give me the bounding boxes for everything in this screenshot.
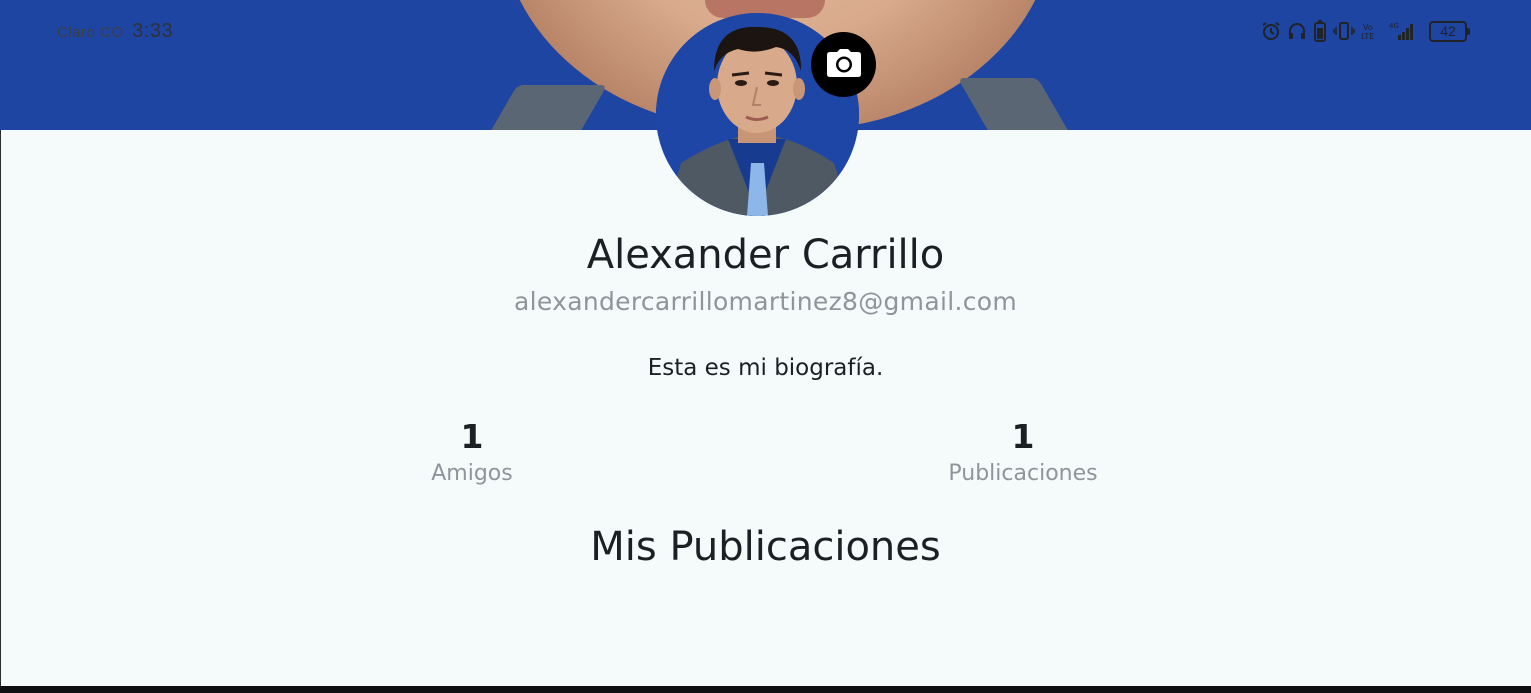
status-bar-right: Vo LTE 4G 42 [1261, 20, 1470, 42]
profile-bio: Esta es mi biografía. [647, 355, 884, 381]
friends-stat[interactable]: 1 Amigos [322, 417, 622, 486]
posts-label: Publicaciones [948, 461, 1098, 486]
carrier-name: Claro CO [57, 24, 124, 41]
friends-count: 1 [460, 417, 484, 456]
profile-email: alexandercarrillomartinez8@gmail.com [514, 287, 1017, 316]
signal-icon: 4G [1389, 21, 1417, 41]
posts-stat[interactable]: 1 Publicaciones [873, 417, 1173, 486]
camera-icon [826, 48, 861, 81]
my-posts-heading: Mis Publicaciones [590, 524, 941, 570]
posts-count: 1 [1011, 417, 1035, 456]
profile-name: Alexander Carrillo [586, 232, 945, 278]
battery-saver-icon [1313, 20, 1327, 42]
battery-icon: 42 [1429, 20, 1470, 42]
left-edge-line [0, 130, 1, 690]
alarm-icon [1261, 21, 1281, 41]
clock: 3:33 [132, 20, 174, 42]
vibrate-icon [1333, 21, 1355, 41]
cover-suit-left [482, 85, 608, 130]
cover-suit-right [957, 78, 1073, 130]
change-photo-button[interactable] [811, 32, 876, 97]
svg-text:4G: 4G [1389, 22, 1399, 30]
bottom-edge-bar [0, 686, 1531, 693]
friends-label: Amigos [431, 461, 513, 486]
headphones-icon [1287, 21, 1307, 41]
status-bar-left: Claro CO 3:33 [57, 20, 173, 43]
svg-text:Vo: Vo [1363, 23, 1373, 32]
volte-icon: Vo LTE [1361, 21, 1383, 41]
svg-text:LTE: LTE [1361, 32, 1374, 41]
